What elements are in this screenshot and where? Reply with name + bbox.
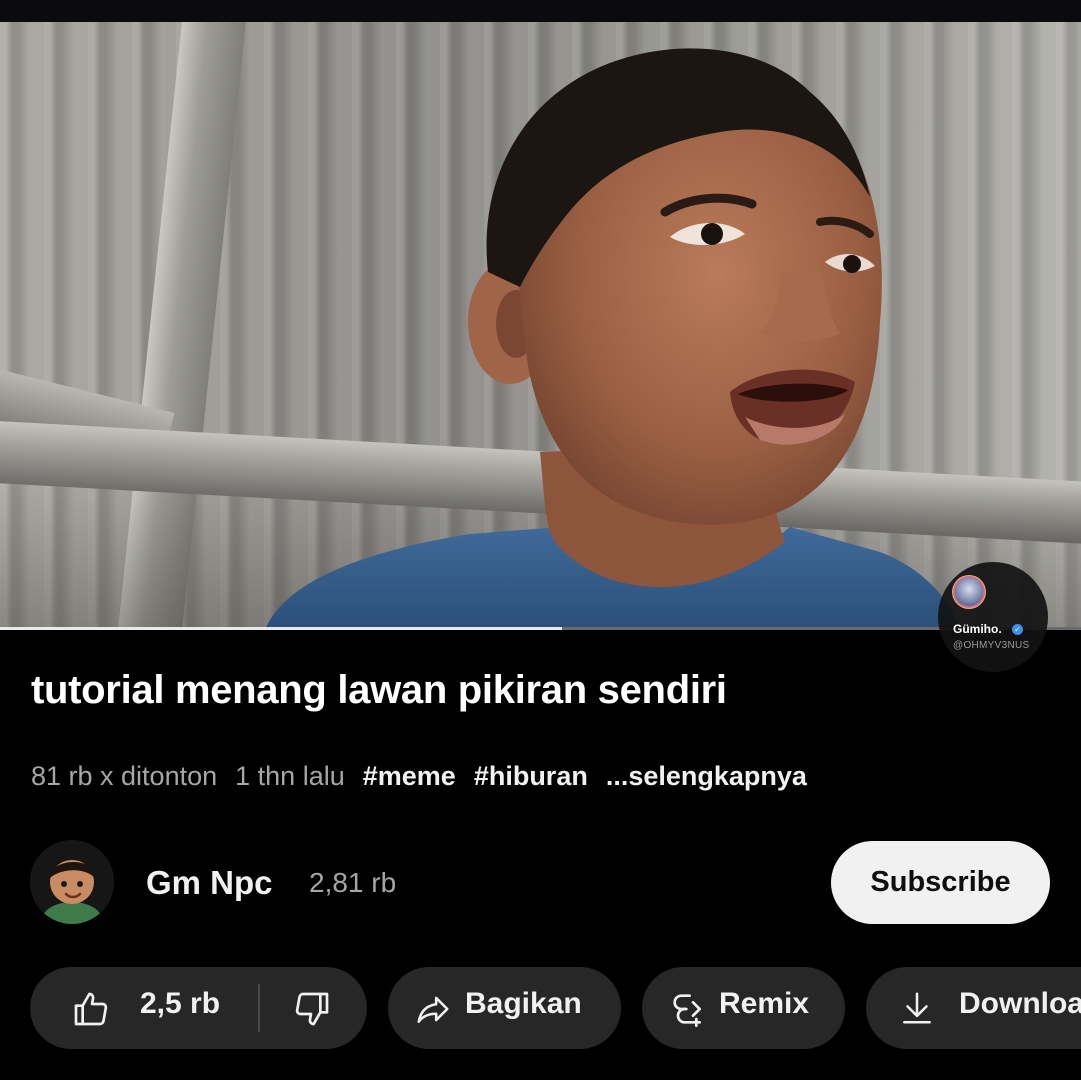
upload-age: 1 thn lalu xyxy=(235,761,345,791)
watermark-avatar xyxy=(955,578,983,606)
progress-bar[interactable] xyxy=(0,627,1081,630)
download-label: Download xyxy=(959,987,1081,1020)
remix-label: Remix xyxy=(719,987,810,1020)
video-player[interactable] xyxy=(0,22,1081,630)
download-icon xyxy=(898,988,936,1028)
share-icon xyxy=(414,990,452,1028)
video-title: tutorial menang lawan pikiran sendiri xyxy=(31,668,727,712)
remix-button[interactable]: Remix xyxy=(642,967,845,1049)
subscribe-button[interactable]: Subscribe xyxy=(831,841,1050,924)
like-dislike-pill: 2,5 rb xyxy=(30,967,367,1049)
top-status-bar xyxy=(0,0,1081,22)
share-button[interactable]: Bagikan xyxy=(388,967,621,1049)
verified-icon: ✓ xyxy=(1012,624,1023,635)
like-count[interactable]: 2,5 rb xyxy=(140,987,220,1021)
hashtag-link[interactable]: #meme xyxy=(363,761,456,791)
like-icon[interactable] xyxy=(71,989,111,1029)
subscriber-count: 2,81 rb xyxy=(309,867,397,898)
view-count: 81 rb x ditonton xyxy=(31,761,218,791)
avatar-illustration xyxy=(30,840,114,924)
show-more-link[interactable]: ...selengkapnya xyxy=(606,761,807,791)
pill-divider xyxy=(258,984,260,1032)
video-meta[interactable]: 81 rb x ditonton 1 thn lalu #meme #hiburan.… xyxy=(31,761,825,792)
video-frame-person xyxy=(265,48,960,630)
remix-icon xyxy=(668,989,708,1029)
share-label: Bagikan xyxy=(465,987,582,1020)
channel-avatar[interactable] xyxy=(30,840,114,924)
dislike-icon[interactable] xyxy=(292,989,332,1029)
download-button[interactable]: Download xyxy=(866,967,1081,1049)
watermark-name: Gümiho. xyxy=(953,622,1002,636)
hashtag-link[interactable]: #hiburan xyxy=(474,761,588,791)
watermark-badge xyxy=(938,562,1048,672)
channel-name[interactable]: Gm Npc xyxy=(146,864,273,902)
progress-fill xyxy=(0,627,563,630)
watermark-handle: @OHMYV3NUS xyxy=(953,640,1030,651)
